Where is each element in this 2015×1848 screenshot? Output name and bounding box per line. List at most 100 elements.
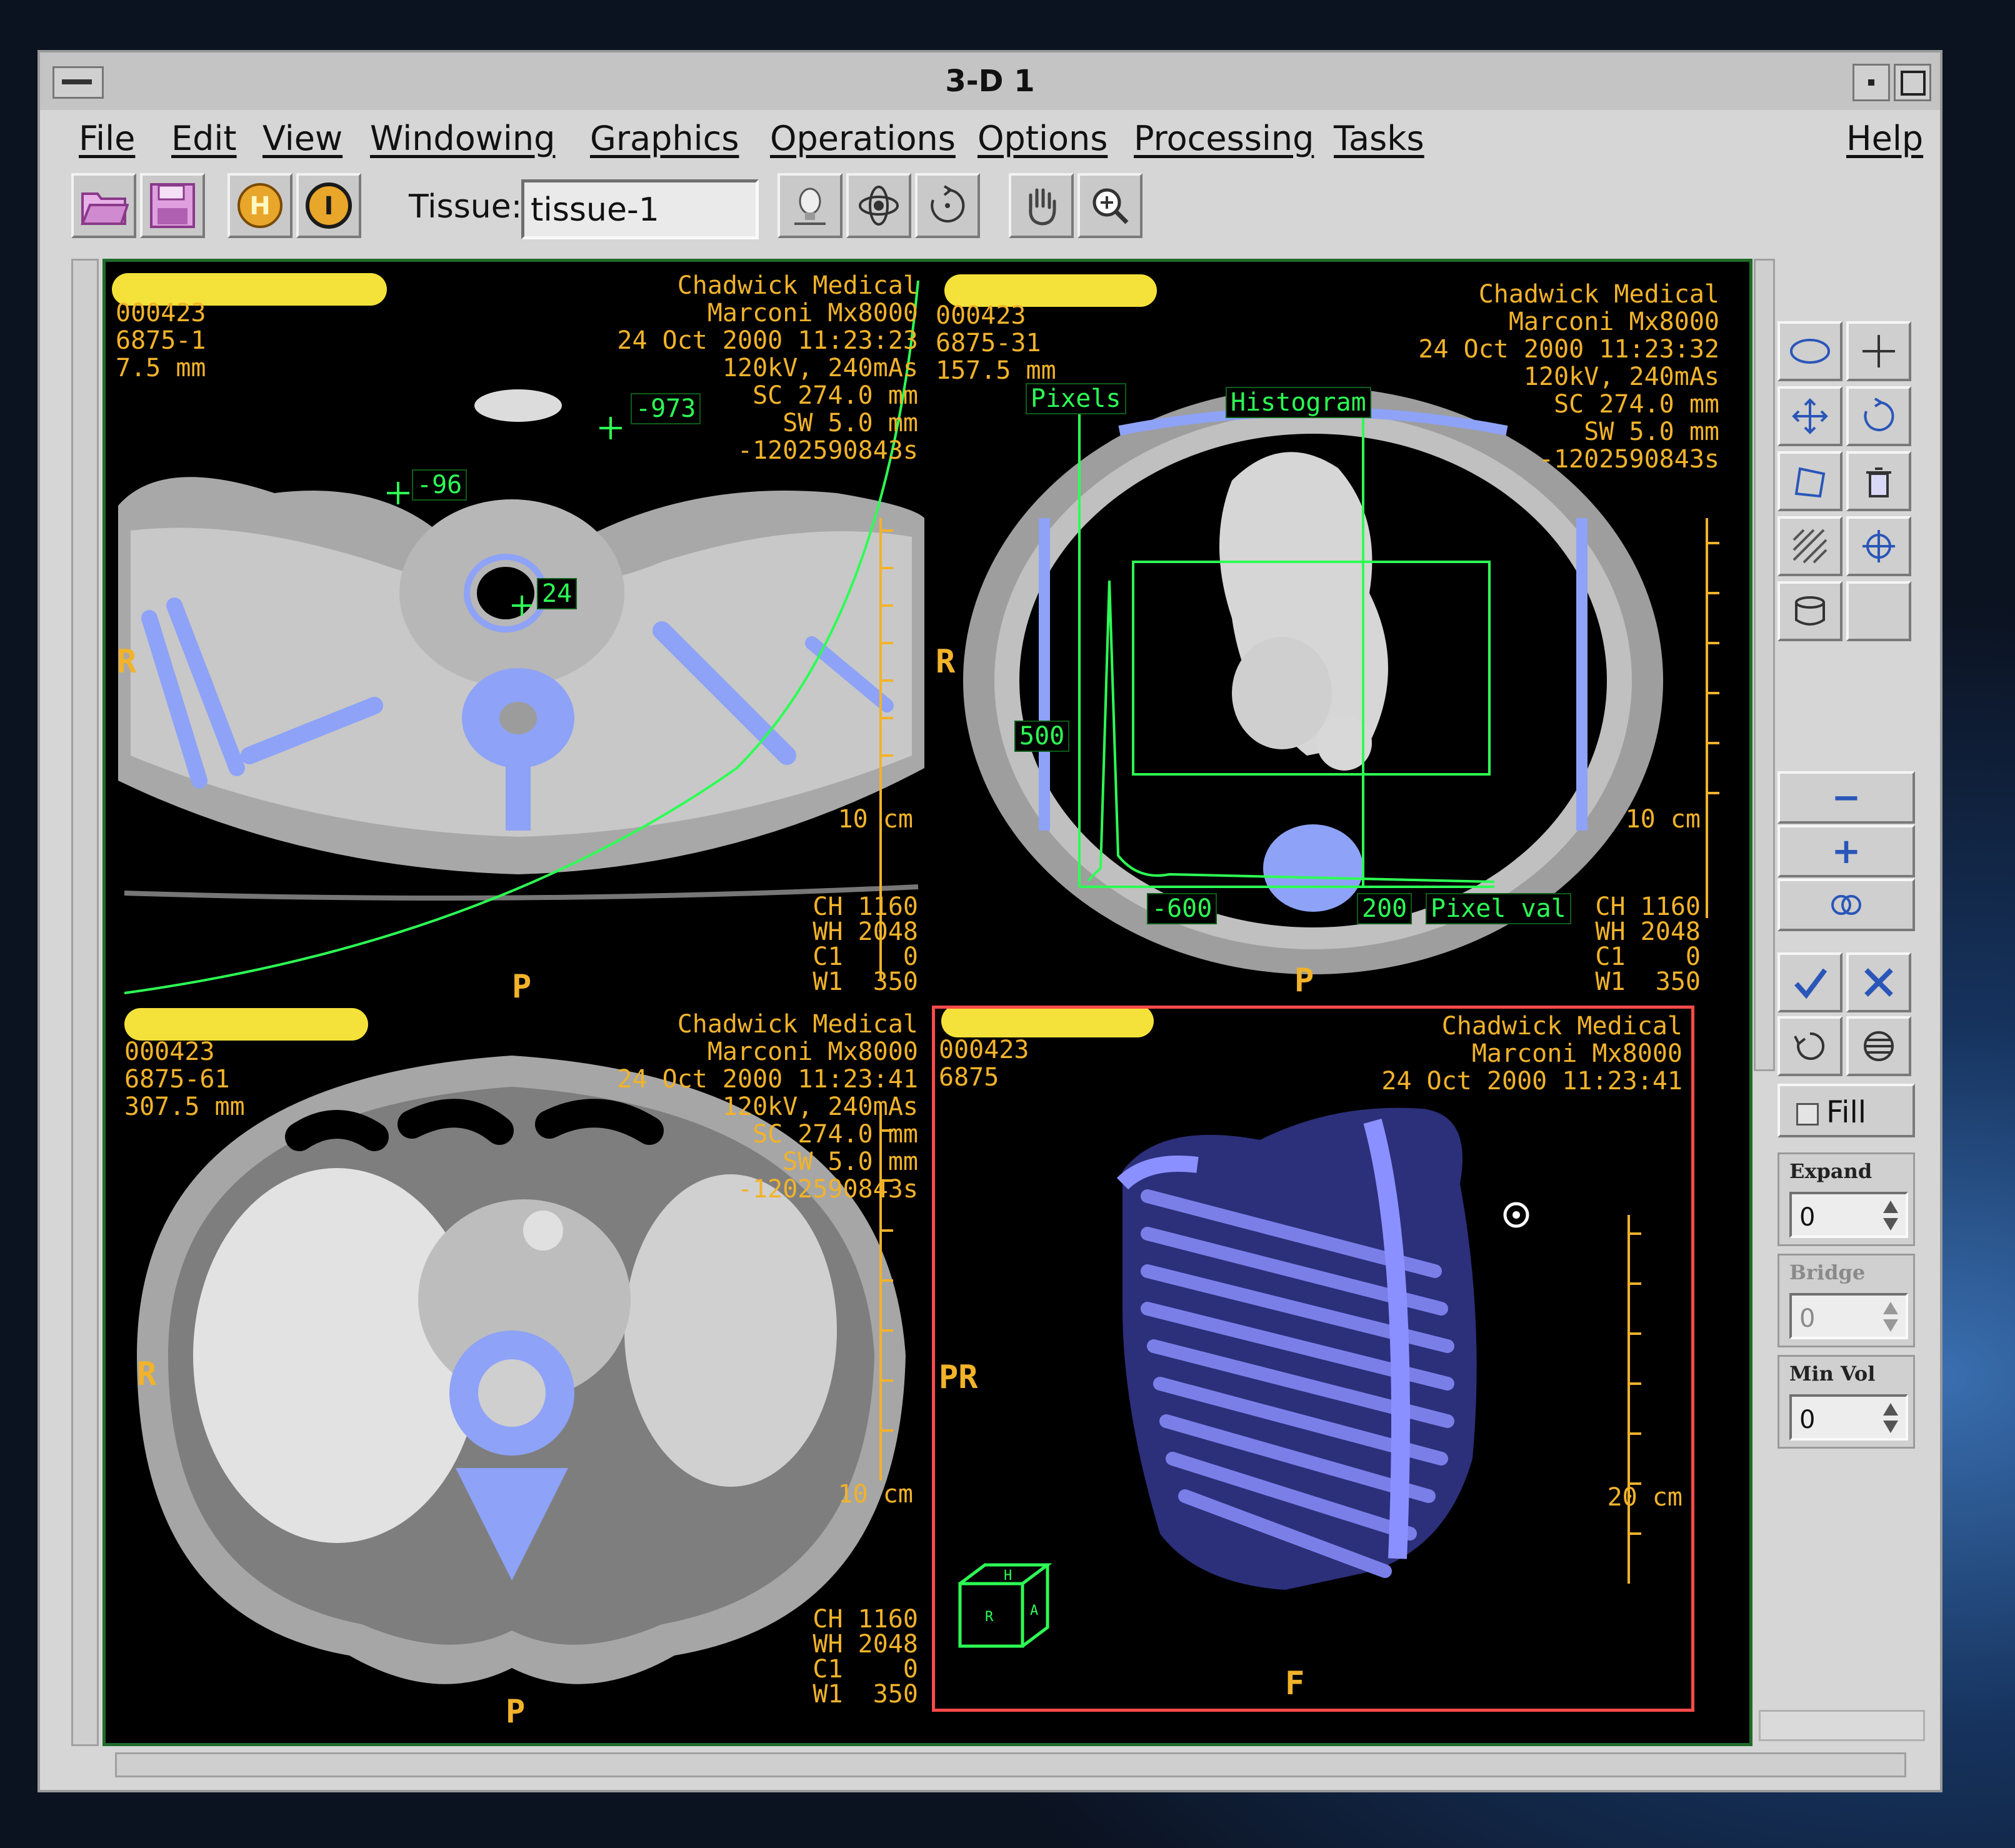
- horizontal-scrollbar[interactable]: [115, 1752, 1906, 1777]
- rotate-button[interactable]: [915, 173, 980, 238]
- bridge-value: 0: [1799, 1304, 1816, 1333]
- right-scrollbar[interactable]: [1754, 259, 1775, 1071]
- delete-button[interactable]: [1846, 451, 1911, 511]
- series-number: 6875-31: [936, 329, 1041, 357]
- window-title: 3-D 1: [945, 64, 1035, 99]
- scale-label: 10 cm: [1625, 805, 1701, 834]
- series-number: 6875-1: [116, 326, 206, 355]
- redacted-name: [941, 1009, 1154, 1037]
- crosshair-icon: [1862, 335, 1895, 367]
- viewport-bottom-right[interactable]: H R A 000423 6875 Chadwick Medical Marco…: [932, 1006, 1694, 1712]
- menu-file[interactable]: File: [79, 119, 135, 158]
- menu-options[interactable]: Options: [978, 119, 1108, 158]
- rotate-3d-button[interactable]: [846, 173, 911, 238]
- empty-tool-button[interactable]: [1846, 581, 1911, 641]
- zoom-button[interactable]: [1078, 173, 1142, 238]
- menu-help[interactable]: Help: [1846, 119, 1923, 158]
- crosshair-button[interactable]: [1846, 321, 1911, 381]
- tissue-input[interactable]: tissue-1: [521, 179, 759, 239]
- expand-value: 0: [1799, 1203, 1816, 1232]
- menu-view[interactable]: View: [262, 119, 342, 158]
- maximize-button[interactable]: [1894, 64, 1931, 101]
- viewport-bottom-left[interactable]: 000423 6875-61 307.5 mm Chadwick Medical…: [112, 1006, 924, 1743]
- light-button[interactable]: [778, 173, 842, 238]
- orientation-left: R: [137, 1356, 157, 1393]
- window-c1: C1 0: [812, 942, 918, 971]
- window-w1: W1 350: [1595, 967, 1701, 996]
- open-folder-button[interactable]: [71, 173, 136, 238]
- title-bar[interactable]: 3-D 1: [40, 52, 1940, 112]
- h-button[interactable]: H: [228, 173, 292, 238]
- spinner-arrows-icon[interactable]: [1882, 1198, 1899, 1233]
- viewport-top-right[interactable]: 000423 6875-31 157.5 mm Chadwick Medical…: [932, 268, 1744, 1006]
- undo-button[interactable]: [1778, 1016, 1842, 1076]
- expand-label: Expand: [1789, 1159, 1872, 1183]
- tube-settings: 120kV, 240mAs: [722, 354, 918, 382]
- pattern-fill-button[interactable]: [1778, 516, 1842, 576]
- fill-checkbox[interactable]: Fill: [1778, 1084, 1915, 1137]
- scan-code: -1202590843s: [738, 1175, 918, 1204]
- ellipse-roi-button[interactable]: [1778, 321, 1842, 381]
- histogram-x-label: Pixel val: [1426, 893, 1571, 924]
- i-button[interactable]: I: [296, 173, 361, 238]
- polygon-roi-button[interactable]: [1778, 451, 1842, 511]
- volume-button[interactable]: [1778, 581, 1842, 641]
- bridge-spinner[interactable]: 0: [1789, 1293, 1908, 1339]
- slices-button[interactable]: [1846, 1016, 1911, 1076]
- move-button[interactable]: [1778, 386, 1842, 446]
- svg-text:R: R: [985, 1609, 994, 1625]
- plus-button[interactable]: +: [1778, 825, 1915, 877]
- viewport-top-left[interactable]: 000423 6875-1 7.5 mm Chadwick Medical Ma…: [112, 268, 924, 1006]
- menu-edit[interactable]: Edit: [171, 119, 237, 158]
- undo-icon: [1794, 1032, 1825, 1060]
- window-c1: C1 0: [812, 1655, 918, 1684]
- menu-windowing[interactable]: Windowing: [370, 119, 555, 158]
- window-w1: W1 350: [812, 967, 918, 996]
- fill-checkbox-box[interactable]: [1796, 1103, 1819, 1126]
- minus-button[interactable]: −: [1778, 771, 1915, 824]
- left-scrollbar[interactable]: [71, 259, 99, 1746]
- tube-settings: 120kV, 240mAs: [1523, 362, 1719, 391]
- histogram-y-tick: 500: [1014, 721, 1070, 752]
- menu-processing[interactable]: Processing: [1134, 119, 1314, 158]
- cylinder-icon: [1795, 596, 1825, 626]
- min-vol-spinner[interactable]: 0: [1789, 1394, 1908, 1441]
- menu-tasks[interactable]: Tasks: [1334, 119, 1424, 158]
- scan-datetime: 24 Oct 2000 11:23:41: [617, 1065, 918, 1094]
- svg-text:H: H: [249, 192, 270, 221]
- site-name: Chadwick Medical: [1478, 280, 1719, 309]
- min-vol-value: 0: [1799, 1406, 1816, 1434]
- orientation-cube[interactable]: H R A: [958, 1563, 1052, 1648]
- hu-marker[interactable]: 24: [537, 578, 578, 609]
- save-button[interactable]: [140, 173, 205, 238]
- menu-operations[interactable]: Operations: [770, 119, 956, 158]
- reject-button[interactable]: [1846, 952, 1911, 1012]
- minimize-button[interactable]: [1852, 64, 1890, 101]
- status-field: [1759, 1710, 1925, 1741]
- window-center: CH 1160: [1595, 892, 1701, 921]
- expand-spinner[interactable]: 0: [1789, 1192, 1908, 1238]
- hu-marker[interactable]: -96: [412, 469, 468, 501]
- spinner-arrows-icon[interactable]: [1882, 1401, 1899, 1436]
- slice-position: 7.5 mm: [116, 354, 206, 382]
- hu-marker[interactable]: -973: [631, 393, 701, 424]
- rib-cage-rendering: H R A: [958, 1107, 1641, 1648]
- scan-coverage: SC 274.0 mm: [752, 381, 918, 410]
- slice-position: 157.5 mm: [936, 356, 1056, 385]
- tube-settings: 120kV, 240mAs: [722, 1092, 918, 1121]
- spinner-arrows-icon[interactable]: [1882, 1299, 1899, 1334]
- rotate-roi-button[interactable]: [1846, 386, 1911, 446]
- orientation-left: PR: [939, 1359, 978, 1396]
- pan-button[interactable]: [1009, 173, 1074, 238]
- rotate-icon: [931, 185, 965, 222]
- h-badge-icon: H: [238, 183, 282, 228]
- scale-ruler: [1628, 1215, 1641, 1584]
- scan-coverage: SC 274.0 mm: [1554, 390, 1719, 419]
- orientation-left: R: [936, 643, 956, 681]
- scan-code: -1202590843s: [738, 436, 918, 465]
- link-button[interactable]: [1778, 879, 1915, 931]
- move-arrows-icon: [1792, 398, 1828, 434]
- target-button[interactable]: [1846, 516, 1911, 576]
- menu-graphics[interactable]: Graphics: [590, 119, 739, 158]
- accept-button[interactable]: [1778, 952, 1842, 1012]
